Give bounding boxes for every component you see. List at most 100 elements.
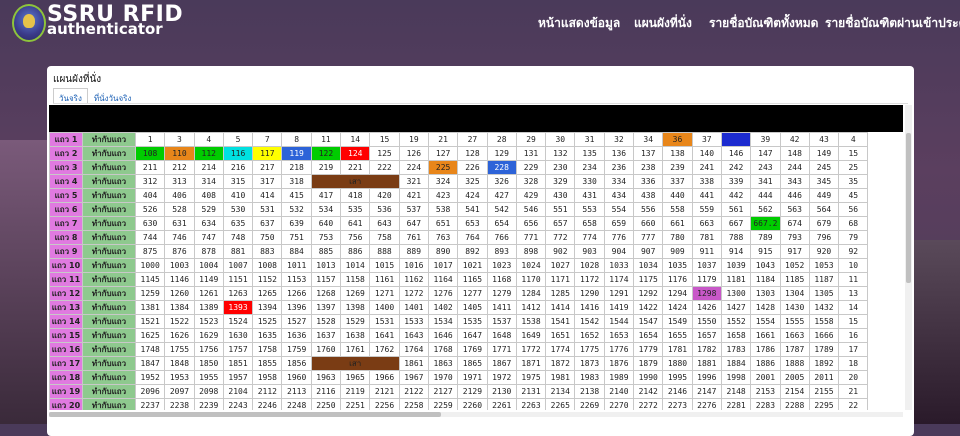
seat-cell[interactable]: 1165 xyxy=(457,272,488,287)
horizontal-scrollbar-thumb[interactable] xyxy=(49,412,441,417)
seat-cell[interactable]: 1528 xyxy=(310,314,342,329)
seat-cell[interactable]: 1152 xyxy=(252,272,283,287)
seat-cell[interactable]: 884 xyxy=(281,244,312,259)
seat-cell[interactable]: 1775 xyxy=(574,342,605,357)
seat-cell[interactable]: 656 xyxy=(515,216,547,231)
seat-cell[interactable]: 2237 xyxy=(134,398,166,410)
seat-cell[interactable]: 1157 xyxy=(310,272,342,287)
seat-cell[interactable]: 1524 xyxy=(222,314,254,329)
nav-seating-plan[interactable]: แผนผังที่นั่ง xyxy=(634,14,692,33)
seat-cell[interactable]: 1638 xyxy=(340,328,371,343)
seat-cell[interactable]: 138 xyxy=(662,146,693,161)
seat-cell[interactable]: 2239 xyxy=(193,398,224,410)
seat-cell[interactable]: 893 xyxy=(486,244,517,259)
seat-cell[interactable]: 2112 xyxy=(252,384,283,399)
seat-cell[interactable]: 1757 xyxy=(222,342,254,357)
seat-cell[interactable]: 1646 xyxy=(427,328,459,343)
seat-cell[interactable]: 241 xyxy=(691,160,722,175)
row-action-button[interactable]: ทำกับแถว xyxy=(82,258,136,273)
seat-cell[interactable]: 328 xyxy=(515,174,547,189)
seat-cell[interactable]: 1265 xyxy=(252,286,283,301)
row-action-button[interactable]: ทำกับแถว xyxy=(82,188,136,203)
seat-cell[interactable]: 321 xyxy=(398,174,429,189)
seat-cell[interactable]: 420 xyxy=(369,188,400,203)
row-action-button[interactable]: ทำกับแถว xyxy=(82,216,136,231)
seat-cell[interactable]: 2121 xyxy=(369,384,400,399)
seat-cell[interactable]: 920 xyxy=(808,244,840,259)
seat-cell[interactable]: 1867 xyxy=(486,356,517,371)
seat-cell[interactable]: 559 xyxy=(691,202,722,217)
seat-cell[interactable]: 659 xyxy=(603,216,635,231)
seat-cell[interactable]: 1762 xyxy=(369,342,400,357)
seat-cell[interactable]: 1647 xyxy=(457,328,488,343)
seat-cell[interactable]: 1164 xyxy=(427,272,459,287)
seat-cell[interactable]: 1294 xyxy=(662,286,693,301)
seat-cell[interactable]: 561 xyxy=(720,202,752,217)
seat-cell[interactable]: 1783 xyxy=(720,342,752,357)
seat-cell[interactable]: 11 xyxy=(838,272,869,287)
seat-cell[interactable]: 1963 xyxy=(310,370,342,385)
seat-cell[interactable]: 1654 xyxy=(633,328,664,343)
seat-cell[interactable]: 244 xyxy=(779,160,810,175)
seat-cell[interactable]: 637 xyxy=(252,216,283,231)
seat-cell[interactable]: 330 xyxy=(574,174,605,189)
seat-cell[interactable]: 878 xyxy=(193,244,224,259)
seat-cell[interactable]: 404 xyxy=(134,188,166,203)
seat-cell[interactable]: 1174 xyxy=(603,272,635,287)
seat-cell[interactable]: 1983 xyxy=(574,370,605,385)
seat-cell[interactable]: 222 xyxy=(369,160,400,175)
seat-cell[interactable]: 243 xyxy=(750,160,781,175)
seat-cell[interactable]: 657 xyxy=(545,216,576,231)
seat-cell[interactable]: 1037 xyxy=(691,258,722,273)
seat-cell[interactable]: 1861 xyxy=(398,356,429,371)
seat-cell[interactable]: 1651 xyxy=(545,328,576,343)
seat-cell[interactable]: 2104 xyxy=(222,384,254,399)
seat-cell[interactable]: 1402 xyxy=(427,300,459,315)
seat-cell[interactable]: 888 xyxy=(369,244,400,259)
seat-cell[interactable]: 630 xyxy=(134,216,166,231)
seat-cell[interactable]: 1017 xyxy=(427,258,459,273)
seat-cell[interactable]: 1414 xyxy=(545,300,576,315)
seat-cell[interactable]: 1658 xyxy=(720,328,752,343)
seat-cell[interactable]: 2127 xyxy=(427,384,459,399)
seat-cell[interactable]: 430 xyxy=(545,188,576,203)
seat-cell[interactable]: 36 xyxy=(662,132,693,147)
seat-cell[interactable]: 1972 xyxy=(486,370,517,385)
seat-cell[interactable]: 881 xyxy=(222,244,254,259)
seat-cell[interactable]: 1534 xyxy=(427,314,459,329)
seat-cell[interactable]: 1405 xyxy=(457,300,488,315)
seat-cell[interactable]: 1989 xyxy=(603,370,635,385)
seat-cell[interactable]: 1175 xyxy=(633,272,664,287)
seat-cell[interactable]: 1260 xyxy=(164,286,195,301)
seat-cell[interactable]: 551 xyxy=(545,202,576,217)
seat-cell[interactable]: 2273 xyxy=(662,398,693,410)
row-action-button[interactable]: ทำกับแถว xyxy=(82,160,136,175)
seat-cell[interactable]: 1384 xyxy=(164,300,195,315)
seat-cell[interactable]: 751 xyxy=(281,230,312,245)
seat-cell[interactable]: 314 xyxy=(193,174,224,189)
seat-cell[interactable]: 56 xyxy=(838,202,869,217)
seat-cell[interactable]: 146 xyxy=(720,146,752,161)
seat-cell[interactable]: 771 xyxy=(515,230,547,245)
seat-cell[interactable]: 1011 xyxy=(281,258,312,273)
seat-cell[interactable]: 764 xyxy=(457,230,488,245)
seat-cell[interactable]: 2155 xyxy=(808,384,840,399)
seat-cell[interactable]: 1529 xyxy=(340,314,371,329)
seat-cell[interactable]: 418 xyxy=(340,188,371,203)
seat-cell[interactable]: 2269 xyxy=(574,398,605,410)
seat-cell[interactable]: 1995 xyxy=(662,370,693,385)
seat-cell[interactable]: 538 xyxy=(427,202,459,217)
seat-cell[interactable]: 1412 xyxy=(515,300,547,315)
seat-cell[interactable]: 1760 xyxy=(310,342,342,357)
seat-cell[interactable]: 1758 xyxy=(252,342,283,357)
seat-cell[interactable]: 1630 xyxy=(222,328,254,343)
seat-cell[interactable]: 32 xyxy=(603,132,635,147)
seat-cell[interactable]: 135 xyxy=(574,146,605,161)
seat-cell[interactable]: 1016 xyxy=(398,258,429,273)
seat-cell[interactable]: 408 xyxy=(193,188,224,203)
seat-cell[interactable]: 1039 xyxy=(720,258,752,273)
seat-cell[interactable]: 2248 xyxy=(281,398,312,410)
seat-cell[interactable]: 1396 xyxy=(281,300,312,315)
seat-cell[interactable]: 1430 xyxy=(779,300,810,315)
seat-cell[interactable]: 1629 xyxy=(193,328,224,343)
